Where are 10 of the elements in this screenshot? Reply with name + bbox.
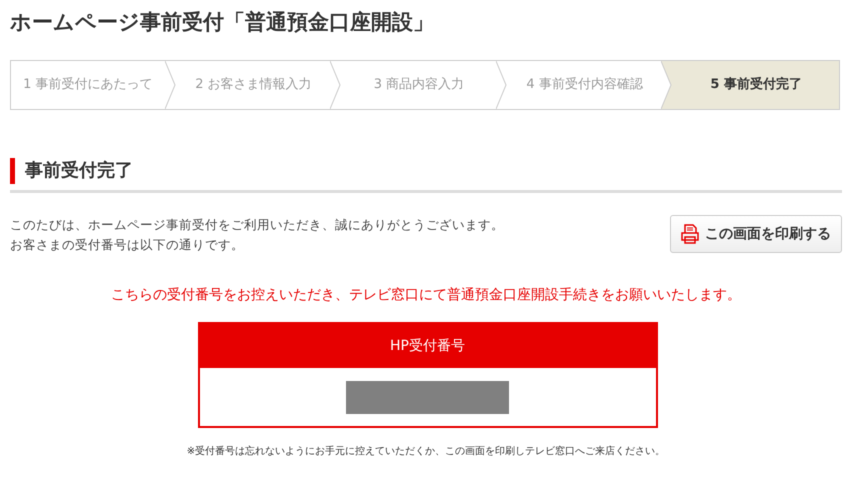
intro-text: このたびは、ホームページ事前受付をご利用いただき、誠にありがとうございます。 (10, 216, 504, 234)
intro-text: お客さまの受付番号は以下の通りです。 (10, 236, 245, 254)
footnote-text: ※受付番号は忘れないようにお手元に控えていただくか、この画面を印刷しテレビ窓口へご来店ください。 (186, 444, 666, 459)
page-title: ホームページ事前受付「普通預金口座開設」 (10, 9, 435, 36)
heading-accent-bar (10, 158, 15, 184)
notice-text: こちらの受付番号をお控えいただき、テレビ窓口にて普通預金口座開設手続きをお願いいたします。 (110, 286, 742, 305)
print-button[interactable]: この画面を印刷する (670, 215, 842, 253)
section-heading: 事前受付完了 (25, 159, 133, 183)
printer-icon (681, 224, 699, 244)
receipt-heading: HP受付番号 (390, 336, 465, 356)
